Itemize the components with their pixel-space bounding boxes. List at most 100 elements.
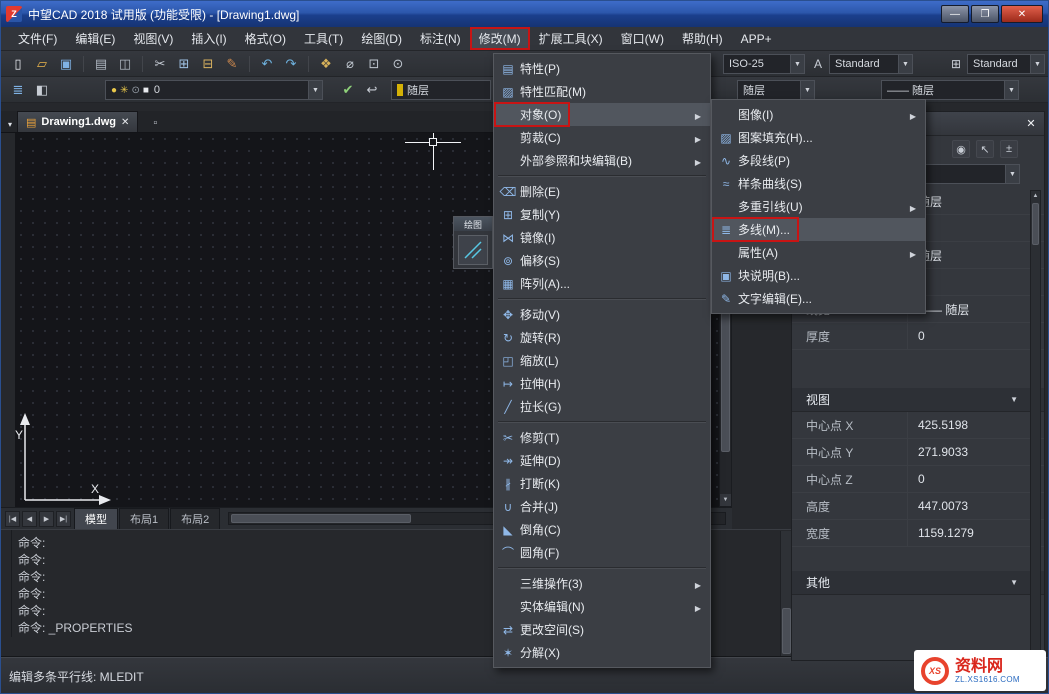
menu-item[interactable]: 对象(O): [494, 103, 710, 126]
draw-toolbar-title[interactable]: 绘图: [454, 217, 492, 231]
property-value[interactable]: 0: [908, 466, 1044, 492]
menu-item[interactable]: ✶ 分解(X): [494, 641, 710, 664]
menubar-item[interactable]: 修改(M): [470, 27, 530, 50]
section-other[interactable]: 其他 ▼: [792, 571, 1044, 595]
construction-line-button[interactable]: [458, 235, 488, 265]
toolbar-button[interactable]: ◧: [31, 80, 53, 100]
menu-item[interactable]: ▨ 特性匹配(M): [494, 80, 710, 103]
toolbar-button[interactable]: ❖: [315, 54, 337, 74]
menu-item[interactable]: 属性(A): [712, 241, 925, 264]
scrollbar-thumb[interactable]: [1032, 203, 1039, 245]
maximize-button[interactable]: ❐: [971, 5, 999, 23]
tab-menu-icon[interactable]: ▾: [3, 116, 17, 132]
menu-item[interactable]: 剪裁(C): [494, 126, 710, 149]
menubar-item[interactable]: 绘图(D): [352, 27, 411, 50]
menu-item[interactable]: ∪ 合并(J): [494, 495, 710, 518]
layer-combo[interactable]: ●✳⊙■ 0 ▼: [105, 80, 323, 100]
menu-item[interactable]: ≈ 样条曲线(S): [712, 172, 925, 195]
linetype-combo[interactable]: 随层 ▼: [737, 80, 815, 100]
menubar-item[interactable]: 工具(T): [295, 27, 352, 50]
property-value[interactable]: 0: [908, 323, 1044, 349]
menubar-item[interactable]: 文件(F): [9, 27, 66, 50]
table-style-combo[interactable]: Standard ▼: [967, 54, 1045, 74]
last-tab-icon[interactable]: ▶|: [56, 511, 71, 527]
menu-item[interactable]: ✎ 文字编辑(E)...: [712, 287, 925, 310]
menu-item[interactable]: ⊞ 复制(Y): [494, 203, 710, 226]
menubar-item[interactable]: APP+: [732, 27, 781, 50]
menubar-item[interactable]: 编辑(E): [66, 27, 124, 50]
menu-item[interactable]: 实体编辑(N): [494, 595, 710, 618]
minimize-button[interactable]: —: [941, 5, 969, 23]
toolbar-button[interactable]: ✂: [149, 54, 171, 74]
menubar-item[interactable]: 格式(O): [236, 27, 295, 50]
palette-scrollbar[interactable]: ▲ ▼: [1030, 190, 1041, 690]
first-tab-icon[interactable]: |◀: [5, 511, 20, 527]
property-value[interactable]: —— 随层: [908, 296, 1044, 322]
property-value[interactable]: 1159.1279: [908, 520, 1044, 546]
tab-close-icon[interactable]: ✕: [121, 117, 129, 128]
layer-color-icon[interactable]: ■: [143, 85, 149, 96]
toolbar-button[interactable]: ◫: [114, 54, 136, 74]
menubar-item[interactable]: 标注(N): [411, 27, 470, 50]
menu-item[interactable]: ⋈ 镜像(I): [494, 226, 710, 249]
layout-tab[interactable]: 模型: [74, 508, 118, 530]
property-value[interactable]: 1: [908, 269, 1044, 295]
scrollbar-thumb[interactable]: [782, 608, 791, 654]
menu-item[interactable]: ⌒ 圆角(F): [494, 541, 710, 564]
toolbar-button[interactable]: ↶: [256, 54, 278, 74]
palette-close-icon[interactable]: ✕: [1022, 116, 1040, 132]
property-value[interactable]: 271.9033: [908, 439, 1044, 465]
toolbar-button[interactable]: ⌀: [339, 54, 361, 74]
lineweight-combo[interactable]: —— 随层 ▼: [881, 80, 1019, 100]
menu-item[interactable]: ⇄ 更改空间(S): [494, 618, 710, 641]
menu-item[interactable]: ╱ 拉长(G): [494, 395, 710, 418]
chevron-down-icon[interactable]: ▼: [1004, 81, 1018, 99]
menu-item[interactable]: ▤ 特性(P): [494, 57, 710, 80]
menu-item[interactable]: ⊚ 偏移(S): [494, 249, 710, 272]
menu-item[interactable]: 图像(I): [712, 103, 925, 126]
toolbar-button[interactable]: ↷: [280, 54, 302, 74]
menu-item[interactable]: ✥ 移动(V): [494, 303, 710, 326]
scroll-up-icon[interactable]: ▲: [1033, 191, 1039, 201]
menu-item[interactable]: ◣ 倒角(C): [494, 518, 710, 541]
chevron-down-icon[interactable]: ▼: [308, 81, 322, 99]
next-tab-icon[interactable]: ▶: [39, 511, 54, 527]
toolbar-button[interactable]: ✔: [337, 80, 359, 100]
toolbar-button[interactable]: ✎: [221, 54, 243, 74]
property-value[interactable]: 随层: [908, 188, 1044, 214]
property-value[interactable]: 425.5198: [908, 412, 1044, 438]
section-view[interactable]: 视图 ▼: [792, 388, 1044, 412]
color-combo[interactable]: 随层: [391, 80, 491, 100]
toolbar-button[interactable]: ▤: [90, 54, 112, 74]
layer-unlock-icon[interactable]: ⊙: [131, 85, 139, 96]
menu-item[interactable]: ↦ 拉伸(H): [494, 372, 710, 395]
property-value[interactable]: [908, 215, 1044, 241]
text-style-combo[interactable]: Standard ▼: [829, 54, 913, 74]
toolbar-button[interactable]: ⊞: [173, 54, 195, 74]
chevron-down-icon[interactable]: ▼: [800, 81, 814, 99]
menu-item[interactable]: ▨ 图案填充(H)...: [712, 126, 925, 149]
toolbar-button[interactable]: ↩: [361, 80, 383, 100]
property-value[interactable]: 随层: [908, 242, 1044, 268]
chevron-down-icon[interactable]: ▼: [1005, 165, 1019, 183]
menu-item[interactable]: ◰ 缩放(L): [494, 349, 710, 372]
close-button[interactable]: ✕: [1001, 5, 1043, 23]
draw-toolbar-floating[interactable]: 绘图: [453, 216, 493, 269]
menu-item[interactable]: 外部参照和块编辑(B): [494, 149, 710, 172]
menubar-item[interactable]: 扩展工具(X): [530, 27, 612, 50]
prev-tab-icon[interactable]: ◀: [22, 511, 37, 527]
menu-item[interactable]: 多重引线(U): [712, 195, 925, 218]
chevron-down-icon[interactable]: ▼: [1030, 55, 1044, 73]
toolbar-button[interactable]: ⊡: [363, 54, 385, 74]
scrollbar-thumb[interactable]: [231, 514, 411, 523]
toolbar-button[interactable]: ≣: [7, 80, 29, 100]
toolbar-button[interactable]: ▣: [55, 54, 77, 74]
drawing-tab[interactable]: ▤ Drawing1.dwg ✕: [17, 111, 138, 132]
layout-tab[interactable]: 布局1: [119, 508, 169, 530]
toggle-pickadd-icon[interactable]: ±: [1000, 140, 1018, 158]
menu-item[interactable]: ⌫ 删除(E): [494, 180, 710, 203]
layer-on-icon[interactable]: ●: [111, 85, 117, 96]
chevron-down-icon[interactable]: ▼: [898, 55, 912, 73]
menu-item[interactable]: ∿ 多段线(P): [712, 149, 925, 172]
menu-item[interactable]: ↠ 延伸(D): [494, 449, 710, 472]
